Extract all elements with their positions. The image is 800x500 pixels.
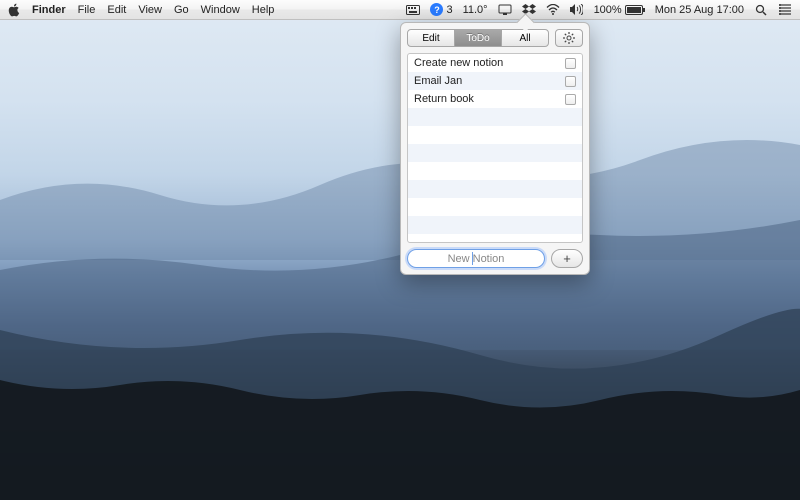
todo-label: Create new notion [414, 57, 503, 69]
wifi-icon[interactable] [546, 3, 560, 17]
apple-menu-icon[interactable] [8, 3, 20, 17]
menubar: Finder File Edit View Go Window Help ? 3… [0, 0, 800, 20]
settings-button[interactable] [555, 29, 583, 47]
menu-file[interactable]: File [78, 4, 96, 16]
menubar-clock[interactable]: Mon 25 Aug 17:00 [655, 4, 744, 16]
battery-icon [625, 5, 645, 15]
info-icon: ? [430, 3, 443, 16]
todo-label: Email Jan [414, 75, 462, 87]
menu-go[interactable]: Go [174, 4, 189, 16]
todo-label: Return book [414, 93, 474, 105]
new-notion-input[interactable]: New Notion [407, 249, 545, 268]
list-item-empty: . [408, 180, 582, 198]
list-item[interactable]: Create new notion [408, 54, 582, 72]
menu-view[interactable]: View [138, 4, 162, 16]
list-item-empty: . [408, 216, 582, 234]
text-cursor [472, 252, 473, 265]
list-item-empty: . [408, 144, 582, 162]
menu-help[interactable]: Help [252, 4, 275, 16]
new-notion-placeholder: New Notion [448, 253, 505, 265]
tab-edit[interactable]: Edit [408, 30, 455, 46]
plus-icon: + [563, 251, 571, 266]
battery-percent: 100% [594, 4, 622, 16]
tab-todo[interactable]: ToDo [455, 30, 502, 46]
list-item-empty: . [408, 198, 582, 216]
menu-window[interactable]: Window [201, 4, 240, 16]
list-item-empty: . [408, 162, 582, 180]
tab-all[interactable]: All [502, 30, 548, 46]
notification-center-icon[interactable] [778, 3, 792, 17]
spotlight-icon[interactable] [754, 3, 768, 17]
volume-icon[interactable] [570, 3, 584, 17]
gear-icon [563, 32, 575, 44]
filter-segmented-control: Edit ToDo All [407, 29, 549, 47]
list-item-empty: . [408, 108, 582, 126]
app-name[interactable]: Finder [32, 4, 66, 16]
keyboard-viewer-icon[interactable] [406, 3, 420, 17]
todo-list: Create new notion Email Jan Return book … [407, 53, 583, 243]
todo-checkbox[interactable] [565, 94, 576, 105]
display-icon[interactable] [498, 3, 512, 17]
menubar-app-badge[interactable]: ? 3 [430, 3, 452, 16]
todo-dropdown-panel: Edit ToDo All Create new notion Email Ja… [400, 22, 590, 275]
temperature-readout[interactable]: 11.0° [463, 4, 488, 16]
battery-status[interactable]: 100% [594, 4, 645, 16]
list-item[interactable]: Return book [408, 90, 582, 108]
add-button[interactable]: + [551, 249, 583, 268]
badge-count: 3 [446, 4, 452, 16]
todo-checkbox[interactable] [565, 58, 576, 69]
list-item-empty: . [408, 126, 582, 144]
list-item[interactable]: Email Jan [408, 72, 582, 90]
todo-checkbox[interactable] [565, 76, 576, 87]
menu-edit[interactable]: Edit [107, 4, 126, 16]
